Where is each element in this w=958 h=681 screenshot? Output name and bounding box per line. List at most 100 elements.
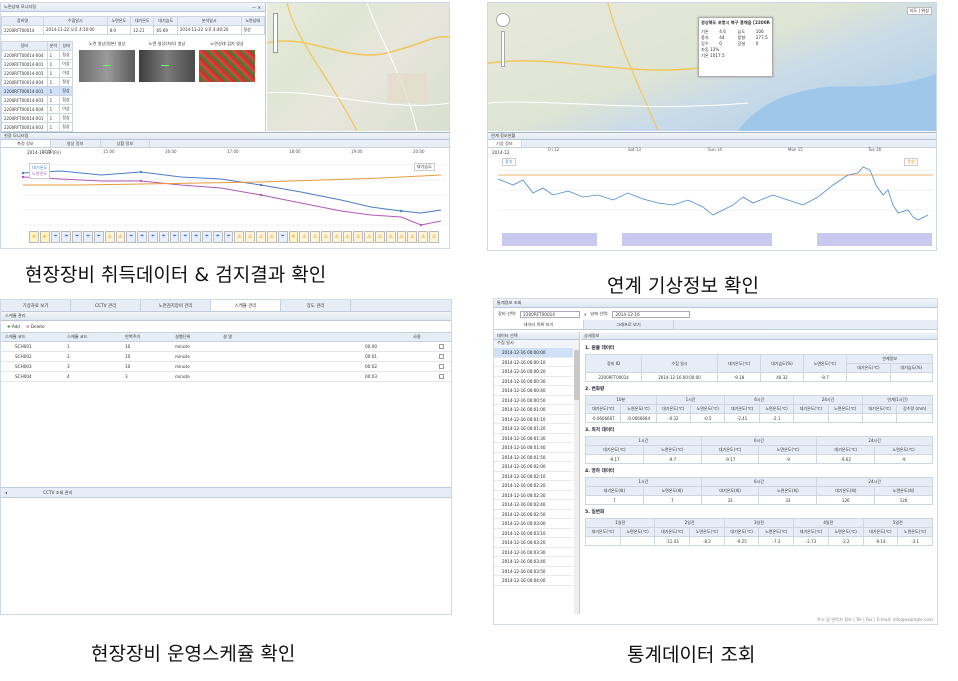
time-list-item[interactable]: 2014-12-16 00:04:00 — [494, 576, 573, 586]
tab-5[interactable]: 장도 관리 — [281, 300, 351, 311]
scrollbar[interactable] — [574, 348, 579, 614]
column-header: 대기온도(℃) — [793, 404, 829, 414]
table-row[interactable]: -9.17 -9.7 -9.17 -9 -9.62 -9 — [585, 454, 933, 464]
status-icon-strip: ☀ ☀ ☂ ☂ ☂ ☂ ☂ ⚠ ⚠ ☂ ☂ ☂ ☂ ☂ ☂ ☂ ☂ ☂ ☂ ⚠ ⚠ ⚠ ⚠ ☂ ☀ ⚠ ⚠ ⚠ ⚠ ⚠ ⚠ ⚠ ⚠ ⚠ ⚠ ⚠ ⚠ ⚠ — [29, 231, 439, 244]
time-list-item[interactable]: 2014-12-16 00:02:00 — [494, 462, 573, 472]
column-header: 대기습도(%) — [760, 354, 804, 373]
rain-icon: ☂ — [83, 231, 93, 243]
time-list-item[interactable]: 2014-12-16 00:01:10 — [494, 415, 573, 424]
table-row[interactable]: 2200RFT00014-004 1 정상 — [1, 77, 73, 87]
window-titlebar: 노면상태 모니터링 — ✕ — [1, 3, 265, 12]
table-cell: 정상 — [240, 25, 265, 35]
use-checkbox[interactable] — [439, 364, 444, 369]
processed-image-box: 노면 영상(처리) 영상 — [139, 41, 195, 132]
equipment-select[interactable]: 2200RFT00014 — [520, 310, 581, 318]
column-header: 노면온도(회) — [642, 486, 702, 496]
column-group-header: 1시간 — [585, 477, 702, 487]
time-list-item[interactable]: 2014-12-16 00:02:20 — [494, 481, 573, 491]
time-list-item[interactable]: 2014-12-16 00:00:00 — [494, 348, 573, 358]
collapse-icon[interactable]: ◂ — [1, 490, 7, 495]
time-list-item[interactable]: 2014-12-16 00:02:30 — [494, 491, 573, 500]
time-list-item[interactable]: 2014-12-16 00:02:50 — [494, 510, 573, 519]
dropdown-icon[interactable]: ▾ — [584, 312, 586, 317]
time-list-item[interactable]: 2014-12-16 00:02:10 — [494, 472, 573, 481]
schedule-row[interactable]: SCH001 1 10 minute 00:00 — [1, 342, 451, 352]
column-header: 노면온도(℃) — [897, 527, 933, 537]
window-close-icon[interactable]: — ✕ — [252, 5, 265, 10]
time-list-item[interactable]: 2014-12-16 00:03:30 — [494, 548, 573, 557]
table-cell: -2.41 — [724, 413, 760, 423]
stats-table: 장비 ID 수집 일시 대기온도(℃) 대기습도(%) 노면온도(℃) 연계정보 대기온도(… — [584, 354, 934, 382]
schedule-row[interactable]: SCH002 2 10 minute 00:01 — [1, 352, 451, 362]
chart-tab[interactable]: 상황 정보 — [101, 140, 151, 147]
use-checkbox[interactable] — [439, 374, 444, 379]
time-list-item[interactable]: 2014-12-16 00:01:00 — [494, 405, 573, 415]
time-list-item[interactable]: 2014-12-16 00:00:30 — [494, 377, 573, 386]
table-row[interactable]: 2200RFT00014 2014-11-22 오후 4:10:00 8.9 12.2… — [1, 25, 265, 35]
table-cell: minute — [175, 344, 190, 349]
table-row[interactable]: 7 7 33 33 126 126 — [585, 495, 933, 505]
table-row[interactable]: 2200RFT00014-004 1 정상 — [1, 50, 73, 60]
table-row[interactable]: -11.43 -8.2 -9.25 -7.3 -2.73 -2.2 -9.14 -3.1 — [585, 536, 933, 546]
table-row[interactable]: 2200RFT00014 2014-12-16 00:00:00 -9.18 40.3… — [584, 372, 934, 382]
time-list-item[interactable]: 2014-12-16 00:00:40 — [494, 386, 573, 396]
time-list-item[interactable]: 2014-12-16 00:01:20 — [494, 424, 573, 434]
time-list-item[interactable]: 2014-12-16 00:00:10 — [494, 358, 573, 367]
view-tab[interactable]: 그래프로 보기 — [584, 320, 674, 329]
table-cell: 2014-12-16 00:00:00 — [641, 372, 718, 382]
table-row[interactable]: 2200RFT00014-003 1 이상 — [1, 68, 73, 78]
time-list-item[interactable]: 2014-12-16 00:01:30 — [494, 434, 573, 443]
zoom-slider[interactable] — [273, 13, 278, 53]
schedule-row[interactable]: SCH003 3 10 minute 00:02 — [1, 362, 451, 372]
table-row[interactable]: 2200RFT00014-003 1 정상 — [1, 122, 73, 132]
rain-icon: ☂ — [72, 231, 83, 243]
schedule-row[interactable]: SCH004 4 3 minute 00:03 — [1, 372, 451, 382]
tab-1[interactable]: 기상자료 보기 — [1, 300, 71, 311]
time-list-item[interactable]: 2014-12-16 00:03:20 — [494, 538, 573, 548]
tab-3[interactable]: 노면검지장비 관리 — [141, 300, 211, 311]
table-cell: -2.2 — [827, 536, 864, 546]
table-cell: 00:01 — [364, 354, 378, 359]
weather-map[interactable]: 지도 | 위성 경상북도 포항시 북구 흥해읍 [2200RFT] 기온 4.6 습… — [488, 3, 936, 131]
time-list-item[interactable]: 2014-12-16 00:00:50 — [494, 396, 573, 405]
tab-weather[interactable]: 기상 정보 — [488, 140, 522, 147]
column-header: 대기온도(℃) — [585, 527, 621, 537]
table-row[interactable]: -0.0666667 -0.0666664 -0.32 -0.5 -2.41 -2.1 — [584, 413, 933, 423]
use-checkbox[interactable] — [439, 344, 444, 349]
zoom-slider[interactable] — [501, 31, 505, 67]
table-row[interactable]: 2200RFT00014-001 1 정상 — [1, 113, 73, 123]
table-cell: 7 — [585, 495, 644, 505]
table-row[interactable]: 2200RFT00014-001 1 이상 — [1, 59, 73, 69]
table-header-row: 대기온도(℃) 노면온도(℃) 대기온도(℃) 노면온도(℃) 대기온도(℃) 노면온도(… — [585, 527, 933, 537]
time-list-item[interactable]: 2014-12-16 00:03:40 — [494, 557, 573, 567]
view-tab[interactable]: 데이터 목록 보기 — [494, 320, 584, 329]
time-list-item[interactable]: 2014-12-16 00:03:00 — [494, 519, 573, 529]
column-header: 대기온도(℃) — [793, 527, 829, 537]
time-list-item[interactable]: 2014-12-16 00:00:20 — [494, 367, 573, 377]
time-list-item[interactable]: 2014-12-16 00:03:10 — [494, 529, 573, 538]
delete-button[interactable]: ⊖ Delete — [26, 324, 45, 329]
table-cell: 2200RFT00014 — [1, 25, 44, 35]
date-input[interactable]: 2014-12-16 — [612, 310, 691, 318]
time-tick-label: Tue 16 — [868, 147, 882, 152]
chart-tab[interactable]: 영상 정보 — [51, 140, 101, 147]
table-row[interactable]: 2200RFT00014-001 1 정상 — [1, 86, 73, 96]
time-list-item[interactable]: 2014-12-16 00:01:50 — [494, 453, 573, 462]
table-row[interactable]: 2200RFT00014-003 1 정상 — [1, 95, 73, 105]
map-view[interactable] — [267, 3, 449, 131]
section-title: 4. 영하 데이터 — [585, 469, 615, 474]
use-checkbox[interactable] — [439, 354, 444, 359]
time-list-item[interactable]: 2014-12-16 00:03:50 — [494, 567, 573, 576]
pan-control-icon[interactable] — [496, 13, 510, 27]
cctv-section-header[interactable]: ◂ CCTV 조회 관리 — [1, 487, 451, 498]
add-button[interactable]: ✚ Add — [7, 324, 20, 329]
map-type-toggle[interactable]: 지도 | 위성 — [906, 7, 932, 15]
tab-4[interactable]: 스케쥴 관리 — [211, 300, 281, 311]
tab-2[interactable]: CCTV 관리 — [71, 300, 141, 311]
time-list-item[interactable]: 2014-12-16 00:02:40 — [494, 500, 573, 510]
time-list-item[interactable]: 2014-12-16 00:01:40 — [494, 443, 573, 453]
column-group-header: 24시간 — [816, 436, 933, 446]
table-cell: 2 — [67, 354, 70, 359]
chart-tab[interactable]: 측정 정보 — [1, 140, 51, 147]
table-row[interactable]: 2200RFT00014-004 1 이상 — [1, 104, 73, 114]
